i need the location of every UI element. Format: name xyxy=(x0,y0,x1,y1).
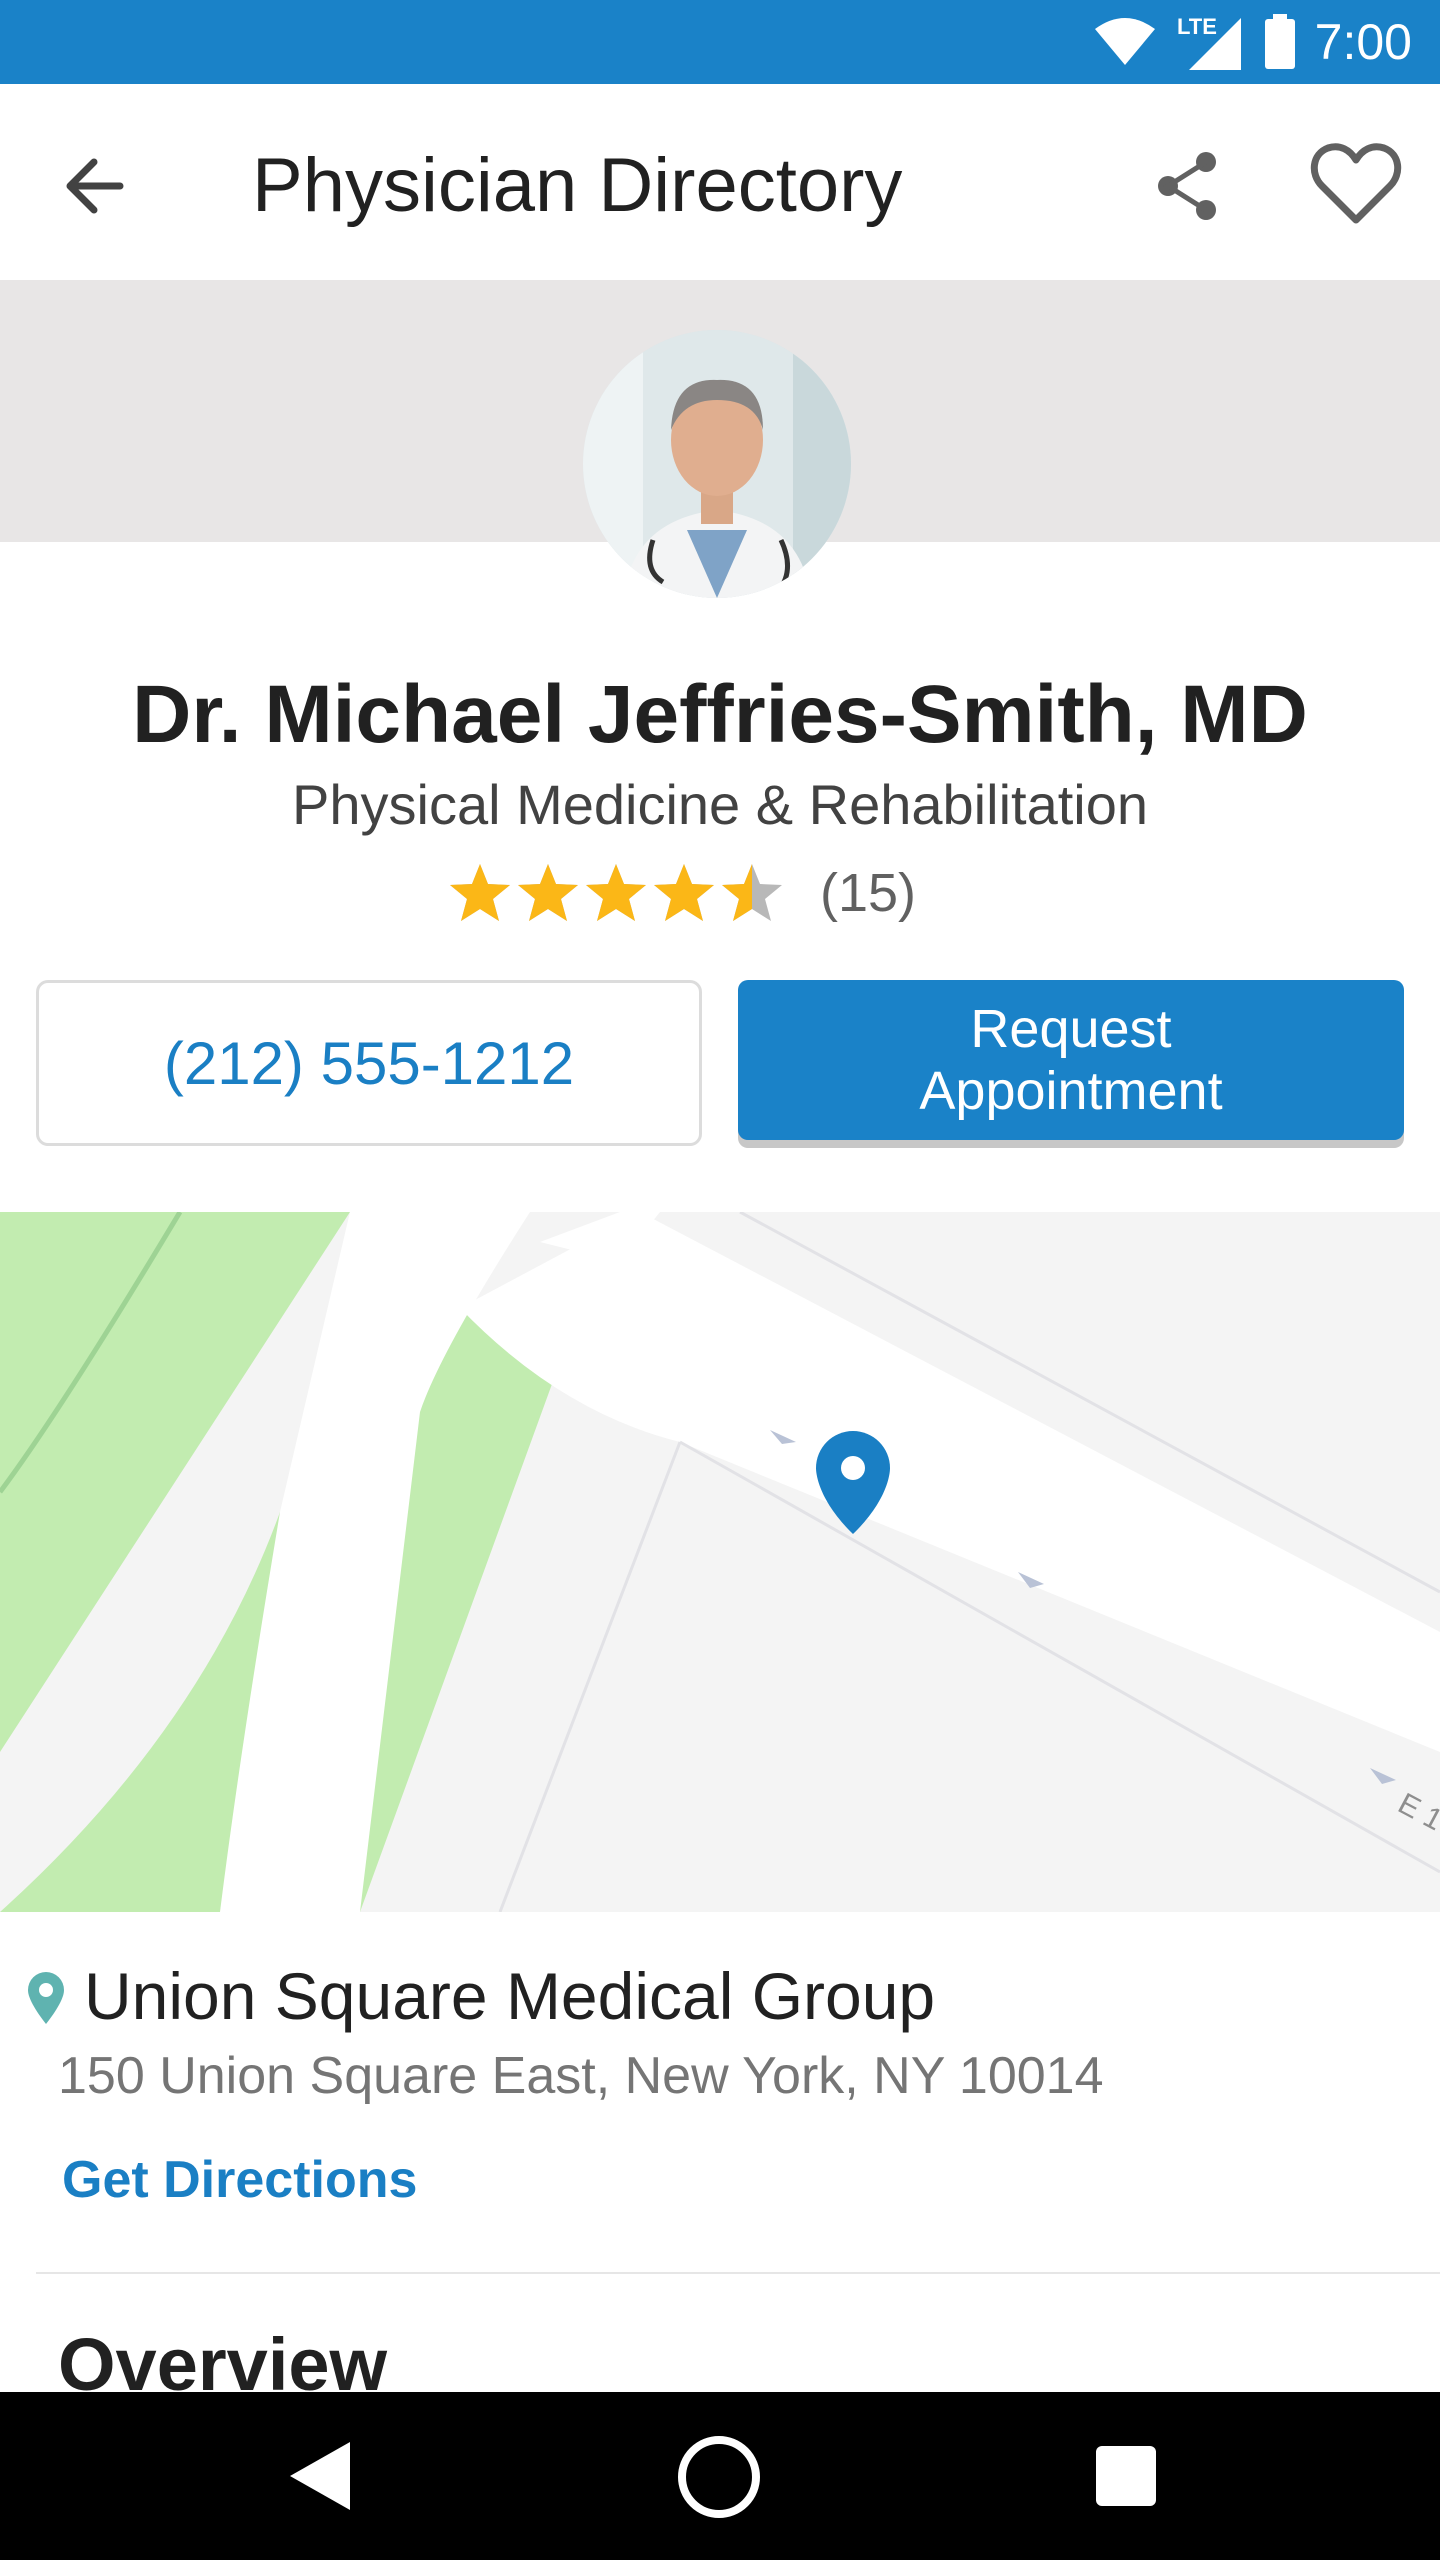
screen: LTE 7:00 Physician Directory Dr. Michael… xyxy=(0,0,1440,2560)
heart-outline-icon[interactable] xyxy=(1308,136,1404,232)
page-title: Physician Directory xyxy=(252,143,903,228)
physician-specialty: Physical Medicine & Rehabilitation xyxy=(292,773,1148,836)
lte-signal-icon: LTE xyxy=(1177,14,1241,70)
status-time: 7:00 xyxy=(1314,14,1412,70)
star-icon xyxy=(586,864,646,921)
get-directions-link[interactable]: Get Directions xyxy=(62,2150,417,2210)
system-nav-bar xyxy=(0,2392,1440,2560)
star-icon xyxy=(450,864,510,921)
avatar xyxy=(583,330,851,598)
location-map[interactable]: E 1 xyxy=(0,1212,1440,1912)
request-appointment-button[interactable]: Request Appointment xyxy=(738,980,1404,1140)
back-arrow-icon[interactable] xyxy=(58,146,138,226)
network-type-label: LTE xyxy=(1177,14,1217,39)
battery-icon xyxy=(1264,14,1295,69)
star-icon xyxy=(722,864,782,921)
physician-name: Dr. Michael Jeffries-Smith, MD xyxy=(132,669,1308,760)
location-address: 150 Union Square East, New York, NY 1001… xyxy=(58,2047,1104,2105)
app-bar: Physician Directory xyxy=(0,84,1440,280)
star-icon xyxy=(518,864,578,921)
star-icon xyxy=(654,864,714,921)
location-name: Union Square Medical Group xyxy=(84,1959,936,2033)
share-icon[interactable] xyxy=(1148,146,1228,226)
divider xyxy=(36,2272,1440,2274)
call-button[interactable]: (212) 555-1212 xyxy=(36,980,702,1146)
request-appointment-label: Request Appointment xyxy=(919,999,1223,1121)
wifi-icon xyxy=(1094,18,1155,65)
nav-home-icon[interactable] xyxy=(676,2434,762,2520)
status-bar: LTE 7:00 xyxy=(0,0,1440,84)
star-rating xyxy=(448,861,784,925)
nav-back-icon[interactable] xyxy=(284,2436,356,2516)
map-canvas: E 1 xyxy=(0,1212,1440,1912)
location-pin-icon xyxy=(28,1972,64,2024)
physician-photo xyxy=(583,330,851,598)
review-count[interactable]: (15) xyxy=(820,862,916,924)
rating-row: (15) xyxy=(448,858,916,928)
nav-recents-icon[interactable] xyxy=(1096,2446,1156,2506)
status-icons: LTE 7:00 xyxy=(1093,10,1412,74)
